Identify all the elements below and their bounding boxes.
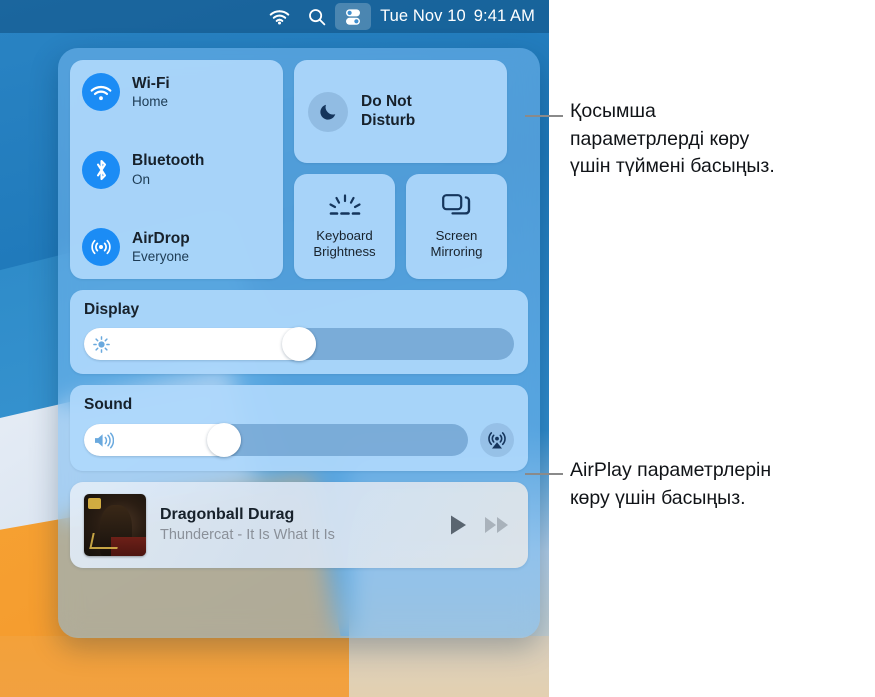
wifi-row[interactable]: Wi-Fi Home bbox=[82, 73, 271, 111]
playback-controls bbox=[449, 514, 514, 536]
bluetooth-icon bbox=[82, 150, 120, 189]
wifi-status: Home bbox=[132, 94, 169, 110]
sound-slider-line bbox=[84, 423, 514, 457]
control-center-right-column: Do Not Disturb Keyboard Brightness Scree… bbox=[294, 60, 507, 279]
airdrop-icon bbox=[82, 228, 120, 266]
airdrop-status: Everyone bbox=[132, 249, 190, 265]
screen-mirroring-icon bbox=[441, 193, 473, 220]
airdrop-text: AirDrop Everyone bbox=[132, 230, 190, 264]
connectivity-group: Wi-Fi Home Bluetooth On AirDrop Everyone bbox=[70, 60, 283, 279]
control-center-panel: Wi-Fi Home Bluetooth On AirDrop Everyone… bbox=[58, 48, 540, 638]
airdrop-row[interactable]: AirDrop Everyone bbox=[82, 228, 271, 266]
do-not-disturb-label: Do Not Disturb bbox=[361, 93, 416, 129]
next-track-icon[interactable] bbox=[484, 515, 510, 535]
screen-mirroring-label: Screen Mirroring bbox=[430, 228, 483, 259]
keyboard-brightness-icon bbox=[328, 194, 362, 220]
desktop-wallpaper: Tue Nov 10 9:41 AM Wi-Fi Home Bluetooth … bbox=[0, 0, 549, 697]
menubar-clock: Tue Nov 10 9:41 AM bbox=[371, 7, 535, 26]
callout-leader-line-2 bbox=[525, 473, 563, 475]
search-icon[interactable] bbox=[299, 3, 335, 30]
sound-slider-knob[interactable] bbox=[207, 423, 241, 457]
screen-mirroring-tile[interactable]: Screen Mirroring bbox=[406, 174, 507, 279]
screenshot-root: Tue Nov 10 9:41 AM Wi-Fi Home Bluetooth … bbox=[0, 0, 875, 697]
bluetooth-row[interactable]: Bluetooth On bbox=[82, 150, 271, 189]
control-center-icon[interactable] bbox=[335, 3, 372, 30]
sound-volume-slider[interactable] bbox=[84, 423, 468, 457]
callout-leader-line-1 bbox=[525, 115, 563, 117]
menubar-time: 9:41 AM bbox=[473, 7, 535, 25]
moon-icon bbox=[308, 91, 348, 132]
speaker-icon bbox=[93, 432, 114, 449]
sound-card: Sound bbox=[70, 385, 528, 471]
album-artwork bbox=[84, 494, 146, 556]
display-slider-knob[interactable] bbox=[282, 327, 316, 361]
menubar-date: Tue Nov 10 bbox=[380, 7, 466, 25]
display-card: Display bbox=[70, 290, 528, 374]
wifi-text: Wi-Fi Home bbox=[132, 75, 170, 109]
play-icon[interactable] bbox=[449, 514, 469, 536]
keyboard-brightness-tile[interactable]: Keyboard Brightness bbox=[294, 174, 395, 279]
wifi-icon[interactable] bbox=[260, 3, 299, 30]
track-artist-album: Thundercat - It Is What It Is bbox=[160, 527, 335, 544]
callout-text-1: Қосымша параметрлерді көру үшін түймені … bbox=[570, 100, 775, 178]
airplay-icon[interactable] bbox=[480, 423, 514, 457]
wifi-title: Wi-Fi bbox=[132, 74, 170, 92]
callout-text-2: AirPlay параметрлерін көру үшін басыңыз. bbox=[570, 459, 772, 509]
display-brightness-slider[interactable] bbox=[84, 327, 514, 361]
menu-bar: Tue Nov 10 9:41 AM bbox=[0, 0, 549, 33]
now-playing-text: Dragonball Durag Thundercat - It Is What… bbox=[160, 505, 435, 545]
airdrop-title: AirDrop bbox=[132, 229, 190, 247]
now-playing-card: Dragonball Durag Thundercat - It Is What… bbox=[70, 482, 528, 568]
quick-tiles-row: Keyboard Brightness Screen Mirroring bbox=[294, 174, 507, 279]
sound-title: Sound bbox=[84, 396, 133, 413]
control-center-top-row: Wi-Fi Home Bluetooth On AirDrop Everyone… bbox=[70, 60, 528, 279]
wifi-icon bbox=[82, 73, 120, 111]
display-title: Display bbox=[84, 301, 140, 318]
bluetooth-text: Bluetooth On bbox=[132, 152, 204, 186]
display-slider-line bbox=[84, 327, 514, 361]
keyboard-brightness-label: Keyboard Brightness bbox=[313, 227, 376, 259]
bluetooth-title: Bluetooth bbox=[132, 152, 205, 170]
bluetooth-status: On bbox=[132, 171, 151, 187]
track-title: Dragonball Durag bbox=[160, 505, 295, 523]
do-not-disturb-tile[interactable]: Do Not Disturb bbox=[294, 60, 507, 163]
brightness-icon bbox=[93, 335, 110, 353]
